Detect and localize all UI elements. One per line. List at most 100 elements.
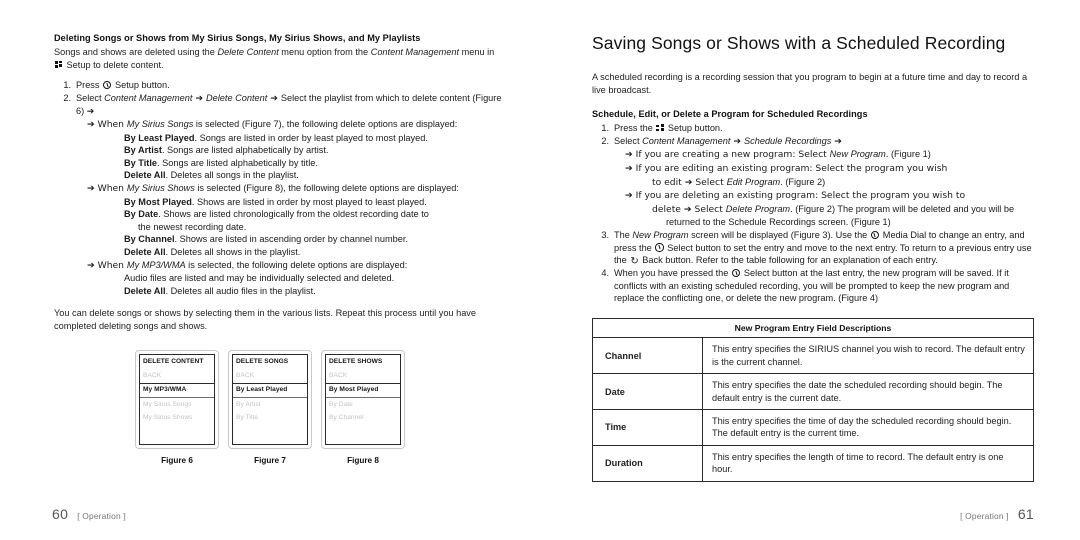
table-row: Date This entry specifies the date the s…	[592, 373, 1034, 411]
table-head: New Program Entry Field Descriptions	[592, 317, 1034, 339]
right-intro-paragraph: A scheduled recording is a recording ses…	[592, 72, 1028, 95]
figure-caption-6: Figure 6	[161, 456, 193, 466]
device-screen-figure-6: DELETE CONTENT BACK My MP3/WMA My Sirius…	[135, 350, 219, 450]
songs-intro: ➔ When My Sirius Songs is selected (Figu…	[76, 118, 504, 132]
setup-grid-icon	[55, 60, 63, 69]
right-step-2-sub-3-cont-b: . (Figure 2) The program will be deleted…	[790, 203, 1015, 214]
mp3-delete-all-term: Delete All	[124, 285, 166, 296]
songs-option-3-term: Delete All	[124, 170, 166, 181]
mp3-intro-a: ➔ When	[87, 259, 127, 271]
songs-option-1: By Artist. Songs are listed alphabetical…	[76, 144, 504, 157]
shows-option-0-term: By Most Played	[124, 196, 192, 207]
right-step-2-sub-1-b: . (Figure 1)	[885, 149, 931, 160]
right-step-2-sub-3-cont-a: delete ➔ Select	[652, 203, 726, 215]
left-steps-list: 1. Press Setup button. 2. Select Content…	[54, 79, 504, 297]
screen-figure-8: DELETE SHOWS BACK By Most Played By Date…	[325, 354, 401, 446]
screen-item-figure-8-0[interactable]: By Date	[326, 398, 400, 412]
page-spread: Deleting Songs or Shows from My Sirius S…	[0, 0, 1080, 540]
table-body: Channel This entry specifies the SIRIUS …	[592, 337, 1034, 482]
figure-caption-7: Figure 7	[254, 456, 286, 466]
screen-back-figure-7[interactable]: BACK	[233, 369, 307, 383]
screen-item-figure-8-1[interactable]: By Channel	[326, 412, 400, 426]
right-step-2-sub-3-cont-em: Delete Program	[725, 203, 791, 214]
right-step-2-sub-3-a: ➔ If you are deleting an existing progra…	[625, 190, 966, 202]
left-step-2: 2. Select Content Management ➔ Delete Co…	[54, 92, 504, 298]
right-step-2: 2. Select Content Management ➔ Schedule …	[592, 135, 1034, 229]
right-step-2-arrow-2: ➔	[831, 135, 842, 147]
right-step-4-number: 4.	[601, 268, 609, 279]
screen-item-figure-7-0[interactable]: By Artist	[233, 398, 307, 412]
left-step-2-arrow-1: ➔	[192, 92, 206, 104]
left-step-2-number: 2.	[63, 92, 71, 103]
right-step-2-sub-2-cont-a: to edit ➔ Select	[652, 176, 727, 188]
shows-option-3-desc: . Deletes all shows in the playlist.	[165, 246, 301, 257]
right-step-2-em-1: Content Management	[642, 135, 731, 146]
right-page-number: 61	[1017, 506, 1034, 522]
screen-item-figure-6-0[interactable]: My Sirius Songs	[140, 398, 214, 412]
shows-intro-b: is selected (Figure 8), the following de…	[194, 182, 459, 193]
songs-option-2: By Title. Songs are listed alphabeticall…	[76, 157, 504, 170]
right-step-2-em-2: Schedule Recordings	[744, 135, 832, 146]
songs-option-0: By Least Played. Songs are listed in ord…	[76, 132, 504, 145]
left-page-number: 60	[52, 506, 69, 522]
songs-option-3: Delete All. Deletes all songs in the pla…	[76, 169, 504, 182]
shows-option-1-term: By Date	[124, 209, 159, 220]
right-step-1-text-a: Press the	[614, 123, 656, 134]
songs-intro-b: is selected (Figure 7), the following de…	[193, 118, 458, 129]
right-step-1-text-b: Setup button.	[665, 123, 723, 134]
right-steps-list: 1. Press the Setup button. 2. Select Con…	[592, 122, 1034, 305]
screen-back-figure-6[interactable]: BACK	[140, 369, 214, 383]
mp3-intro-em: My MP3/WMA	[126, 259, 186, 270]
right-step-1: 1. Press the Setup button.	[592, 122, 1034, 135]
shows-option-2: By Channel. Shows are listed in ascendin…	[76, 233, 504, 246]
mp3-line-1: Audio files are listed and may be indivi…	[124, 273, 395, 284]
right-step-2-arrow-1: ➔	[730, 135, 744, 147]
left-step-2-arrow-2: ➔	[267, 92, 281, 104]
left-step-2-em-2: Delete Content	[206, 92, 268, 103]
shows-intro-a: ➔ When	[87, 182, 127, 194]
screen-item-figure-7-1[interactable]: By Title	[233, 412, 307, 426]
right-step-2-sub-3-cont: delete ➔ Select Delete Program. (Figure …	[614, 203, 1034, 217]
screen-title-figure-7: DELETE SONGS	[236, 358, 289, 366]
screen-figure-7: DELETE SONGS BACK By Least Played By Art…	[232, 354, 308, 446]
select-dial-icon	[731, 268, 741, 278]
right-step-2-number: 2.	[601, 135, 609, 146]
right-step-3-number: 3.	[601, 229, 609, 240]
left-page-heading: Deleting Songs or Shows from My Sirius S…	[54, 33, 421, 43]
songs-intro-a: ➔ When	[87, 118, 127, 130]
left-step-2-text-a: Select	[76, 92, 105, 103]
screen-selected-figure-7[interactable]: By Least Played	[233, 382, 307, 399]
songs-option-0-term: By Least Played	[124, 132, 195, 143]
right-step-3-text-a: The	[614, 229, 633, 240]
mp3-delete-all: Delete All. Deletes all audio files in t…	[76, 285, 504, 298]
table-row-0-desc: This entry specifies the SIRIUS channel …	[702, 337, 1034, 375]
screen-item-figure-6-1[interactable]: My Sirius Shows	[140, 412, 214, 426]
screen-title-figure-6: DELETE CONTENT	[143, 358, 204, 366]
screen-selected-figure-8[interactable]: By Most Played	[326, 382, 400, 399]
left-closing-paragraph: You can delete songs or shows by selecti…	[54, 308, 477, 331]
songs-option-0-desc: . Songs are listed in order by least pla…	[194, 132, 428, 143]
screen-selected-figure-6[interactable]: My MP3/WMA	[140, 382, 214, 399]
right-step-2-sub-2-cont-em: Edit Program	[726, 176, 781, 187]
table-row-1-desc: This entry specifies the date the schedu…	[702, 373, 1034, 411]
songs-option-2-term: By Title	[124, 157, 158, 168]
shows-intro: ➔ When My Sirius Shows is selected (Figu…	[76, 182, 504, 196]
mp3-delete-all-desc: . Deletes all audio files in the playlis…	[165, 285, 316, 296]
left-page: Deleting Songs or Shows from My Sirius S…	[0, 0, 540, 540]
right-page-footer: [ Operation ] 61	[960, 506, 1034, 522]
left-page-footer-label: [ Operation ]	[77, 511, 126, 521]
left-page-footer: 60 [ Operation ]	[52, 506, 126, 522]
intro-em-delete-content: Delete Content	[217, 47, 279, 57]
shows-option-0: By Most Played. Shows are listed in orde…	[76, 196, 504, 209]
shows-option-2-desc: . Shows are listed in ascending order by…	[174, 234, 408, 245]
intro-text-2: menu option from the	[278, 47, 371, 57]
shows-option-0-desc: . Shows are listed in order by most play…	[191, 196, 427, 207]
left-step-2-em-1: Content Management	[104, 92, 193, 103]
left-step-1-text-b: Setup button.	[112, 80, 170, 91]
screen-back-figure-8[interactable]: BACK	[326, 369, 400, 383]
page-title: Saving Songs or Shows with a Scheduled R…	[592, 33, 1006, 53]
shows-option-3: Delete All. Deletes all shows in the pla…	[76, 246, 504, 259]
screen-figure-6: DELETE CONTENT BACK My MP3/WMA My Sirius…	[139, 354, 215, 446]
left-step-1-number: 1.	[63, 80, 71, 91]
field-descriptions-table: New Program Entry Field Descriptions Cha…	[592, 317, 1034, 482]
